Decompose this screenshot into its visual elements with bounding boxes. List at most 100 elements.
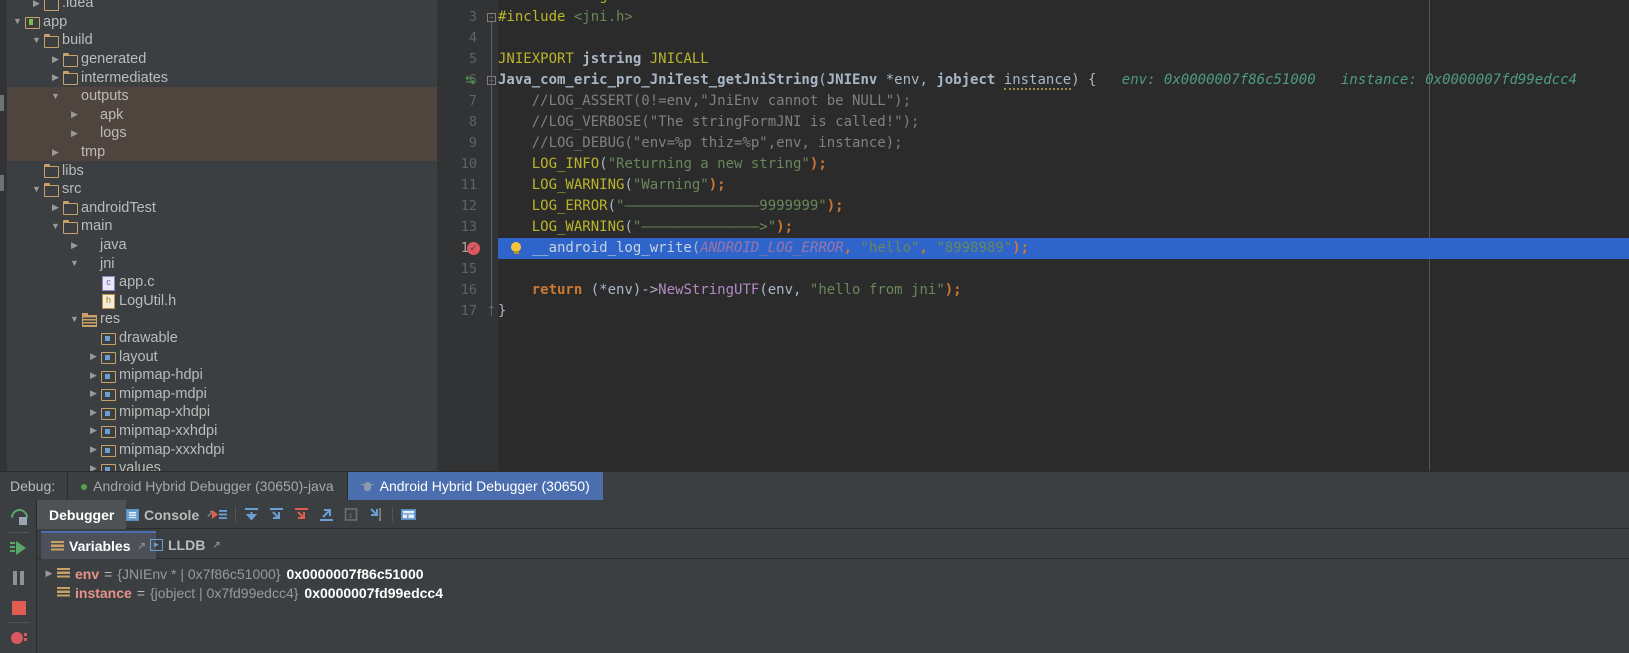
tree-item-logutil-h[interactable]: LogUtil.h [7, 292, 437, 311]
tree-item-outputs[interactable]: outputs [7, 86, 437, 106]
code-line-12[interactable]: LOG_ERROR("————————————————9999999"); [498, 196, 1629, 217]
code-line-5[interactable]: JNIEXPORT jstring JNICALL [498, 49, 1629, 70]
variable-row[interactable]: env={JNIEnv * | 0x7f86c51000} 0x0000007f8… [37, 564, 1629, 583]
run-to-cursor-button[interactable] [364, 500, 389, 529]
tree-item-mipmap-xxxhdpi[interactable]: mipmap-xxxhdpi [7, 440, 437, 459]
code-line-7[interactable]: //LOG_ASSERT(0!=env,"JniEnv cannot be NU… [498, 91, 1629, 112]
chevron-down-icon[interactable] [68, 259, 81, 268]
chevron-right-icon[interactable] [49, 73, 62, 82]
code-editor[interactable]: #include "LogUtil.h" #include <jni.h> JNIE… [437, 0, 1629, 471]
stop-button[interactable] [0, 593, 37, 623]
chevron-right-icon[interactable] [30, 0, 43, 8]
step-into-button[interactable] [264, 500, 289, 529]
tree-item-drawable[interactable]: drawable [7, 329, 437, 348]
chevron-right-icon[interactable] [87, 389, 100, 398]
code-line-16[interactable]: return (*env)->NewStringUTF(env, "hello … [498, 280, 1629, 301]
code-line-4[interactable] [498, 28, 1629, 49]
code-line-14[interactable]: __android_log_write(ANDROID_LOG_ERROR, "… [498, 238, 1629, 259]
tree-item-androidtest[interactable]: androidTest [7, 199, 437, 218]
code-line-6[interactable]: Java_com_eric_pro_JniTest_getJniString(J… [498, 70, 1629, 91]
breakpoints-button[interactable] [0, 623, 37, 653]
code-line-8[interactable]: //LOG_VERBOSE("The stringFormJNI is call… [498, 112, 1629, 133]
debugger-tab-row[interactable]: Debugger Console ↗ s [37, 500, 1629, 529]
chevron-down-icon[interactable] [49, 92, 62, 101]
project-tree-scroll-rail[interactable] [0, 0, 7, 471]
breakpoint-verified-icon[interactable] [467, 242, 480, 255]
tree-item-tmp[interactable]: tmp [7, 142, 437, 162]
variables-list[interactable]: env={JNIEnv * | 0x7f86c51000}0x0000007f8… [37, 559, 1629, 653]
chevron-right-icon[interactable] [49, 203, 62, 212]
tree-item-res[interactable]: res [7, 310, 437, 329]
evaluate-expression-button[interactable] [396, 500, 421, 529]
variables-tab-row[interactable]: Variables ↗ ► LLDB ↗ [37, 529, 1629, 559]
tree-item-mipmap-xxhdpi[interactable]: mipmap-xxhdpi [7, 422, 437, 441]
chevron-down-icon[interactable] [30, 36, 43, 45]
tree-item-generated[interactable]: generated [7, 50, 437, 69]
pause-button[interactable] [0, 563, 37, 593]
chevron-right-icon[interactable] [87, 426, 100, 435]
chevron-down-icon[interactable] [30, 185, 43, 194]
tree-item-logs[interactable]: logs [7, 124, 437, 143]
tree-item-mipmap-hdpi[interactable]: mipmap-hdpi [7, 366, 437, 385]
tree-item-app[interactable]: app [7, 13, 437, 32]
chevron-right-icon[interactable] [41, 568, 57, 579]
code-line-17[interactable]: } [498, 301, 1629, 322]
chevron-right-icon[interactable] [87, 445, 100, 454]
chevron-down-icon[interactable] [11, 17, 24, 26]
tree-item-src[interactable]: src [7, 180, 437, 199]
chevron-right-icon[interactable] [49, 148, 62, 157]
tree-item-values[interactable]: values [7, 459, 437, 471]
fold-marker-line-3[interactable]: − [487, 13, 496, 22]
variable-row[interactable]: instance = {jobject | 0x7fd99edcc4} 0x00000… [37, 583, 1629, 602]
resume-button[interactable] [0, 533, 37, 563]
step-over-button[interactable] [239, 500, 264, 529]
tree-item-main[interactable]: main [7, 217, 437, 236]
tree-item-mipmap-xhdpi[interactable]: mipmap-xhdpi [7, 403, 437, 422]
chevron-right-icon[interactable] [87, 464, 100, 471]
chevron-down-icon[interactable] [49, 222, 62, 231]
intention-bulb-icon[interactable] [510, 242, 522, 256]
tree-item-app-c[interactable]: app.c [7, 273, 437, 292]
chevron-right-icon[interactable] [87, 371, 100, 380]
step-controls-toolbar[interactable]: s [207, 500, 421, 529]
chevron-right-icon[interactable] [87, 408, 100, 417]
show-execution-point-button[interactable] [207, 500, 232, 529]
debug-session-tab-native[interactable]: Android Hybrid Debugger (30650) [346, 471, 603, 501]
chevron-down-icon[interactable] [68, 315, 81, 324]
chevron-right-icon[interactable] [68, 110, 81, 119]
rerun-button[interactable] [0, 502, 37, 532]
tree-item-intermediates[interactable]: intermediates [7, 68, 437, 87]
debug-side-toolbar[interactable] [0, 500, 37, 653]
chevron-right-icon[interactable] [68, 241, 81, 250]
debug-tab-bar[interactable]: Debug: Android Hybrid Debugger (30650)-j… [0, 471, 1629, 501]
tree-item-java[interactable]: java [7, 236, 437, 255]
code-line-11[interactable]: LOG_WARNING("Warning"); [498, 175, 1629, 196]
tree-item-layout[interactable]: layout [7, 347, 437, 366]
project-tree-pane[interactable]: .ideaapp build generatedintermediates outpu… [0, 0, 437, 471]
chevron-right-icon[interactable] [87, 352, 100, 361]
code-line-10[interactable]: LOG_INFO("Returning a new string"); [498, 154, 1629, 175]
tab-pin-arrow-icon[interactable]: ↗ [212, 540, 220, 551]
tree-item-libs[interactable]: libs [7, 161, 437, 180]
code-line-9[interactable]: //LOG_DEBUG("env=%p thiz=%p",env, instan… [498, 133, 1629, 154]
tree-item-jni[interactable]: jni [7, 254, 437, 273]
code-line-15[interactable] [498, 259, 1629, 280]
tab-lldb[interactable]: ► LLDB ↗ [140, 531, 231, 559]
tab-variables[interactable]: Variables ↗ [41, 531, 156, 559]
tab-debugger[interactable]: Debugger [37, 500, 127, 529]
tree-item-build[interactable]: build [7, 31, 437, 50]
code-line-13[interactable]: LOG_WARNING("——————————————>"); [498, 217, 1629, 238]
step-out-button[interactable] [314, 500, 339, 529]
drop-frame-button[interactable]: s [339, 500, 364, 529]
tree-item--idea[interactable]: .idea [7, 0, 437, 13]
code-content-area[interactable]: #include "LogUtil.h" #include <jni.h> JNIE… [498, 0, 1629, 471]
project-tree[interactable]: .ideaapp build generatedintermediates outpu… [7, 0, 437, 471]
code-line-3[interactable]: #include <jni.h> [498, 7, 1629, 28]
tree-item-mipmap-mdpi[interactable]: mipmap-mdpi [7, 384, 437, 403]
debug-session-tab-java[interactable]: Android Hybrid Debugger (30650)-java [67, 471, 346, 501]
code-line-2[interactable]: #include "LogUtil.h" [498, 0, 1629, 7]
chevron-right-icon[interactable] [68, 129, 81, 138]
chevron-right-icon[interactable] [49, 55, 62, 64]
force-step-into-button[interactable] [289, 500, 314, 529]
tree-item-apk[interactable]: apk [7, 105, 437, 125]
